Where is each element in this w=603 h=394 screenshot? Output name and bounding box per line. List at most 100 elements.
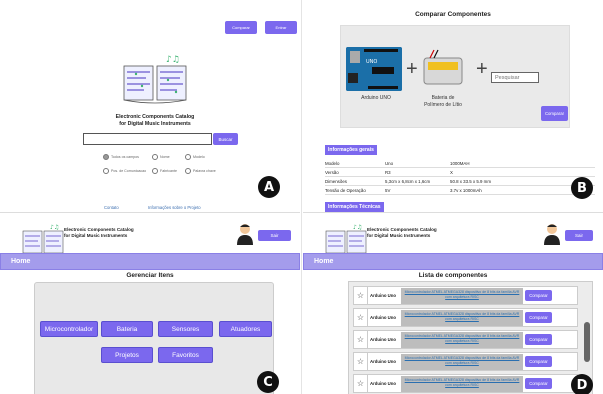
app-title-line2: for Digital Music Instruments <box>64 233 128 238</box>
row-value-2: 3.7v x 1000mAh <box>450 188 482 193</box>
compare-button[interactable]: Comparar <box>541 106 568 121</box>
row-label: Dimensões <box>325 179 347 184</box>
category-battery-button[interactable]: Bateria <box>101 321 153 337</box>
category-microcontroller-button[interactable]: Microcontrolador <box>40 321 98 337</box>
user-avatar-icon[interactable] <box>543 223 561 245</box>
info-row: Modelo Uno 1000MAH <box>325 160 595 168</box>
caption-line: Polímero de Lítio <box>424 102 462 108</box>
section-title: Gerenciar Itens <box>126 272 174 279</box>
list-item: ☆ Arduino Uno Microcontrolador ATMEL ATM… <box>353 352 578 371</box>
tech-info-header: Informações Técnicas <box>325 202 384 212</box>
panel-badge: D <box>571 374 593 394</box>
about-project-link[interactable]: Informações sobre o Projeto <box>148 205 201 210</box>
favorite-star-icon[interactable]: ☆ <box>354 287 368 304</box>
row-value-1: 5V <box>385 188 391 193</box>
item-compare-button[interactable]: Comparar <box>525 356 552 367</box>
item-name: Arduino Uno <box>370 293 397 298</box>
compare-button[interactable]: Comparar <box>225 21 257 34</box>
row-value-1: R3 <box>385 170 391 175</box>
row-value-2: X <box>450 170 453 175</box>
panel-c-manage: ♪♫ Electronic Components Catalog for Dig… <box>0 212 300 394</box>
radio-icon <box>103 154 109 160</box>
item-name: Arduino Uno <box>370 337 397 342</box>
list-item: ☆ Arduino Uno Microcontrolador ATMEL ATM… <box>353 330 578 349</box>
item-name: Arduino Uno <box>370 359 397 364</box>
item-description-link[interactable]: Microcontrolador ATMEL ATMEGA328 disposi… <box>401 354 523 370</box>
filter-label: Fabricante <box>160 169 177 173</box>
category-favorites-button[interactable]: Favoritos <box>158 347 213 363</box>
item-name: Arduino Uno <box>370 315 397 320</box>
exit-button[interactable]: Sair <box>565 230 593 241</box>
filter-model[interactable]: Modelo <box>185 154 205 160</box>
radio-icon <box>185 168 191 174</box>
radio-icon <box>152 154 158 160</box>
filter-name[interactable]: Nome <box>152 154 170 160</box>
favorite-star-icon[interactable]: ☆ <box>354 309 368 326</box>
catalog-book-logo: ♪♫ <box>325 224 367 254</box>
general-info-header: Informações gerais <box>325 145 377 155</box>
favorite-star-icon[interactable]: ☆ <box>354 353 368 370</box>
user-avatar-icon[interactable] <box>236 223 254 245</box>
battery-image <box>423 49 463 85</box>
filter-all-fields[interactable]: Todos os campos <box>103 154 139 160</box>
svg-text:♪♫: ♪♫ <box>353 224 362 231</box>
home-nav[interactable]: Home <box>303 253 603 270</box>
svg-text:♪♫: ♪♫ <box>166 55 180 65</box>
component-list: ☆ Arduino Uno Microcontrolador ATMEL ATM… <box>348 281 593 394</box>
radio-icon <box>185 154 191 160</box>
row-label: Versão <box>325 170 339 175</box>
favorite-star-icon[interactable]: ☆ <box>354 331 368 348</box>
item-compare-button[interactable]: Comparar <box>525 290 552 301</box>
info-row: Tensão de Operação 5V 3.7v x 1000mAh <box>325 187 595 195</box>
arduino-board-image: UNO <box>346 47 402 91</box>
row-value-2: 1000MAH <box>450 161 470 166</box>
filter-label: Palavra chave <box>193 169 216 173</box>
filter-label: Nome <box>160 155 170 159</box>
favorite-star-icon[interactable]: ☆ <box>354 375 368 392</box>
list-item: ☆ Arduino Uno Microcontrolador ATMEL ATM… <box>353 286 578 305</box>
enter-button[interactable]: Entrar <box>265 21 297 34</box>
item-compare-button[interactable]: Comparar <box>525 312 552 323</box>
plus-icon: + <box>476 58 488 80</box>
row-value-1: 5,3cm x 6,8cm x 1,6cm <box>385 179 431 184</box>
item-compare-button[interactable]: Comparar <box>525 334 552 345</box>
caption-line: Bateria de <box>431 95 455 101</box>
app-title: Electronic Components Catalog for Digita… <box>64 227 134 239</box>
info-row: Dimensões 5,3cm x 6,8cm x 1,6cm 50.8 x 33.… <box>325 178 595 186</box>
category-projects-button[interactable]: Projetos <box>101 347 153 363</box>
app-title: Electronic Components Catalog for Digita… <box>367 227 437 239</box>
app-title-line1: Electronic Components Catalog <box>115 114 195 120</box>
home-nav[interactable]: Home <box>0 253 300 270</box>
search-button[interactable]: Buscar <box>213 133 238 145</box>
filter-label: Pos. de Comunicacao <box>111 169 147 173</box>
radio-icon <box>103 168 109 174</box>
categories-box <box>34 282 274 394</box>
category-actuators-button[interactable]: Atuadores <box>219 321 272 337</box>
component2-caption: Bateria de Polímero de Lítio <box>415 95 471 109</box>
plus-icon: + <box>406 58 418 80</box>
catalog-book-logo: ♪♫ <box>22 224 64 254</box>
item-description-link[interactable]: Microcontrolador ATMEL ATMEGA328 disposi… <box>401 288 523 304</box>
contact-link[interactable]: Contato <box>104 205 119 210</box>
item-description-link[interactable]: Microcontrolador ATMEL ATMEGA328 disposi… <box>401 376 523 392</box>
item-description-link[interactable]: Microcontrolador ATMEL ATMEGA328 disposi… <box>401 310 523 326</box>
category-sensors-button[interactable]: Sensores <box>158 321 213 337</box>
filter-communication[interactable]: Pos. de Comunicacao <box>103 168 146 174</box>
item-description-link[interactable]: Microcontrolador ATMEL ATMEGA328 disposi… <box>401 332 523 348</box>
app-title-line2: for Digital Music Instruments <box>119 121 191 127</box>
panel-d-list: ♪♫ Electronic Components Catalog for Dig… <box>303 212 603 394</box>
item-compare-button[interactable]: Comparar <box>525 378 552 389</box>
component1-caption: Arduino UNO <box>361 95 391 101</box>
filter-keyword[interactable]: Palavra chave <box>185 168 216 174</box>
row-value-1: Uno <box>385 161 394 166</box>
search-input[interactable] <box>83 133 212 145</box>
list-scrollbar[interactable] <box>584 322 590 362</box>
filter-label: Todos os campos <box>111 155 139 159</box>
row-label: Modelo <box>325 161 340 166</box>
catalog-book-logo: ♪♫ <box>123 55 187 104</box>
list-item: ☆ Arduino Uno Microcontrolador ATMEL ATM… <box>353 308 578 327</box>
component-search-input[interactable] <box>491 72 539 83</box>
filter-manufacturer[interactable]: Fabricante <box>152 168 177 174</box>
exit-button[interactable]: Sair <box>258 230 291 241</box>
row-label: Tensão de Operação <box>325 188 366 193</box>
